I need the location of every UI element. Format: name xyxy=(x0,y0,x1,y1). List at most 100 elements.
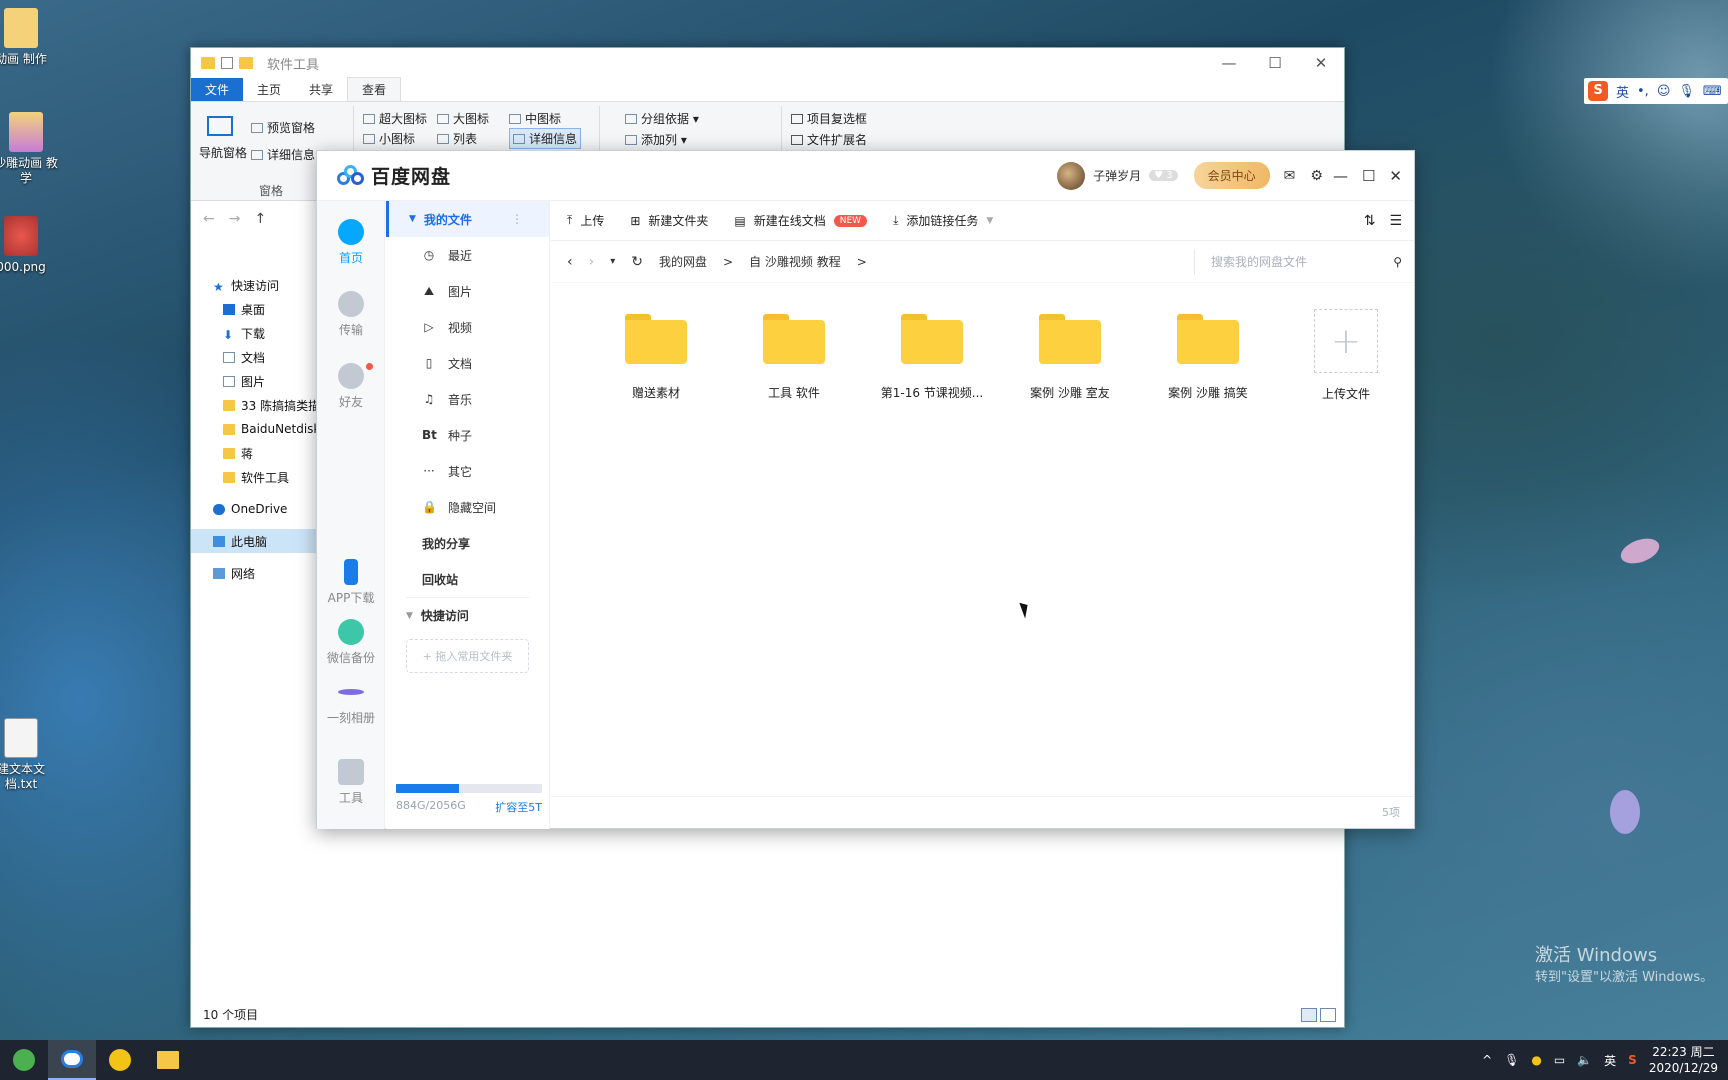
tab-file[interactable]: 文件 xyxy=(191,78,244,101)
desktop-icon-tutorial[interactable]: 沙雕动画 教学 xyxy=(0,112,61,186)
back-arrow-icon[interactable]: ← xyxy=(203,211,215,227)
maximize-button[interactable]: ☐ xyxy=(1252,54,1298,72)
forward-arrow-icon[interactable]: › xyxy=(589,254,595,270)
sidebar-item-hidden-space[interactable]: 🔒 隐藏空间 xyxy=(386,489,549,525)
tab-share[interactable]: 共享 xyxy=(295,78,347,101)
mail-icon[interactable]: ✉ xyxy=(1284,168,1296,184)
upload-file-tile[interactable]: + 上传文件 xyxy=(1277,309,1415,402)
sidebar-my-share[interactable]: 我的分享 xyxy=(386,525,549,561)
taskbar-file-explorer[interactable] xyxy=(144,1040,192,1080)
sidebar-item-other[interactable]: ··· 其它 xyxy=(386,453,549,489)
details-view-button[interactable]: 详细信息 xyxy=(509,128,582,149)
add-link-task-button[interactable]: ⤓ 添加链接任务 ▼ xyxy=(893,212,993,229)
xl-icons-button[interactable]: 超大图标 xyxy=(363,110,427,127)
folder-item[interactable]: 第1-16 节课视频... xyxy=(863,309,1001,402)
add-column-button[interactable]: 添加列 ▾ xyxy=(625,131,687,148)
breadcrumb-current[interactable]: 自 沙雕视频 教程 xyxy=(749,253,841,270)
search-icon[interactable]: ⚲ xyxy=(1393,255,1402,269)
nav-app-download[interactable]: APP下载 xyxy=(317,559,385,606)
nav-transfer[interactable]: 传输 xyxy=(317,291,385,338)
sort-icon[interactable]: ⇅ xyxy=(1364,213,1376,229)
forward-arrow-icon[interactable]: → xyxy=(229,211,241,227)
details-pane-button[interactable]: 详细信息 xyxy=(251,146,315,163)
tab-view[interactable]: 查看 xyxy=(347,77,402,101)
microphone-icon[interactable]: 🎙 xyxy=(1504,1053,1519,1067)
details-view-icon[interactable] xyxy=(1301,1008,1317,1022)
minimize-button[interactable]: — xyxy=(1333,167,1348,185)
ime-language[interactable]: 英 xyxy=(1616,82,1629,101)
nav-album[interactable]: 一刻相册 xyxy=(317,679,385,726)
sidebar-item-recent[interactable]: ◷ 最近 xyxy=(386,237,549,273)
sidebar-item-videos[interactable]: ▷ 视频 xyxy=(386,309,549,345)
desktop-icon-animation[interactable]: 动画 制作 xyxy=(0,8,56,67)
chevron-up-icon[interactable]: ^ xyxy=(1482,1053,1492,1067)
nav-home[interactable]: 首页 xyxy=(317,219,385,266)
up-arrow-icon[interactable]: ↑ xyxy=(254,211,266,227)
clock[interactable]: 22:23 周二 2020/12/29 xyxy=(1649,1044,1718,1076)
sidebar-quick-access[interactable]: ▼ 快捷访问 xyxy=(406,597,529,633)
close-button[interactable]: ✕ xyxy=(1298,54,1344,72)
nav-item-pictures[interactable]: 图片 xyxy=(191,369,317,393)
maximize-button[interactable]: ☐ xyxy=(1362,167,1375,185)
keyboard-icon[interactable]: ⌨ xyxy=(1703,84,1722,99)
ime-punctuation[interactable]: •, xyxy=(1637,84,1649,99)
upload-button[interactable]: ⤒ 上传 xyxy=(567,212,604,229)
nav-pane-button[interactable]: 导航窗格 xyxy=(199,116,247,161)
tab-home[interactable]: 主页 xyxy=(243,78,295,101)
file-ext-option[interactable]: 文件扩展名 xyxy=(791,131,867,148)
sogou-logo-icon[interactable]: S xyxy=(1628,1053,1637,1067)
search-input[interactable]: 搜索我的网盘文件 ⚲ xyxy=(1194,248,1414,275)
sidebar-item-documents[interactable]: ▯ 文档 xyxy=(386,345,549,381)
sidebar-recycle-bin[interactable]: 回收站 xyxy=(386,561,549,597)
expand-storage-link[interactable]: 扩容至5T xyxy=(495,799,542,815)
ime-toolbar[interactable]: S 英 •, ☺ 🎙 ⌨ xyxy=(1584,78,1728,104)
group-by-button[interactable]: 分组依据 ▾ xyxy=(625,110,699,127)
sidebar-item-torrents[interactable]: Bt 种子 xyxy=(386,417,549,453)
breadcrumb-root[interactable]: 我的网盘 xyxy=(659,253,707,270)
minimize-button[interactable]: — xyxy=(1206,54,1252,72)
nav-item-desktop[interactable]: 桌面 xyxy=(191,297,317,321)
nav-tools[interactable]: 工具 xyxy=(317,759,385,806)
folder-item[interactable]: 案例 沙雕 室友 xyxy=(1001,309,1139,402)
drop-folder-area[interactable]: + 拖入常用文件夹 xyxy=(406,639,529,673)
volume-icon[interactable]: 🔈 xyxy=(1577,1053,1592,1067)
list-view-icon[interactable]: ☰ xyxy=(1389,213,1402,229)
large-icons-button[interactable]: 大图标 xyxy=(437,110,489,127)
folder-item[interactable]: 工具 软件 xyxy=(725,309,863,402)
nav-quick-access[interactable]: ★ 快速访问 xyxy=(191,273,317,297)
new-online-doc-button[interactable]: ▤ 新建在线文档 NEW xyxy=(734,212,868,229)
folder-item[interactable]: 案例 沙雕 搞笑 xyxy=(1139,309,1277,402)
more-icon[interactable]: ⋮ xyxy=(511,212,523,226)
item-checkbox-option[interactable]: 项目复选框 xyxy=(791,110,867,127)
desktop-icon-png[interactable]: 000.png xyxy=(0,216,56,275)
medium-icons-button[interactable]: 中图标 xyxy=(509,110,561,127)
new-folder-button[interactable]: ⊞ 新建文件夹 xyxy=(630,212,708,229)
sidebar-item-music[interactable]: ♫ 音乐 xyxy=(386,381,549,417)
avatar[interactable] xyxy=(1057,161,1086,190)
nav-item-folder[interactable]: BaiduNetdisk xyxy=(191,417,317,441)
nav-this-pc[interactable]: 此电脑 xyxy=(191,529,317,553)
nav-onedrive[interactable]: OneDrive xyxy=(191,497,317,521)
emoji-icon[interactable]: ☺ xyxy=(1657,84,1671,99)
history-dropdown-icon[interactable]: ▾ xyxy=(610,256,615,267)
start-button[interactable] xyxy=(0,1040,48,1080)
nav-item-folder[interactable]: 软件工具 xyxy=(191,465,317,489)
nav-friends[interactable]: 好友 xyxy=(317,363,385,410)
tray-language[interactable]: 英 xyxy=(1604,1052,1616,1069)
large-icons-view-icon[interactable] xyxy=(1320,1008,1336,1022)
preview-pane-button[interactable]: 预览窗格 xyxy=(251,119,315,136)
checkbox-icon[interactable] xyxy=(221,57,233,69)
folder-item[interactable]: 赠送素材 xyxy=(587,309,725,402)
back-arrow-icon[interactable]: ‹ xyxy=(567,254,573,270)
nav-item-documents[interactable]: 文档 xyxy=(191,345,317,369)
taskbar-app[interactable] xyxy=(96,1040,144,1080)
vip-center-button[interactable]: 会员中心 xyxy=(1193,162,1270,189)
nav-network[interactable]: 网络 xyxy=(191,561,317,585)
nav-item-folder[interactable]: 蒋 xyxy=(191,441,317,465)
refresh-icon[interactable]: ↻ xyxy=(631,254,643,270)
nav-wechat-backup[interactable]: 微信备份 xyxy=(317,619,385,666)
sidebar-my-files[interactable]: ▼ 我的文件 ⋮ xyxy=(386,201,549,237)
list-view-button[interactable]: 列表 xyxy=(437,130,477,147)
network-icon[interactable]: ▭ xyxy=(1554,1053,1565,1067)
desktop-icon-txt[interactable]: 建文本文 档.txt xyxy=(0,718,56,792)
